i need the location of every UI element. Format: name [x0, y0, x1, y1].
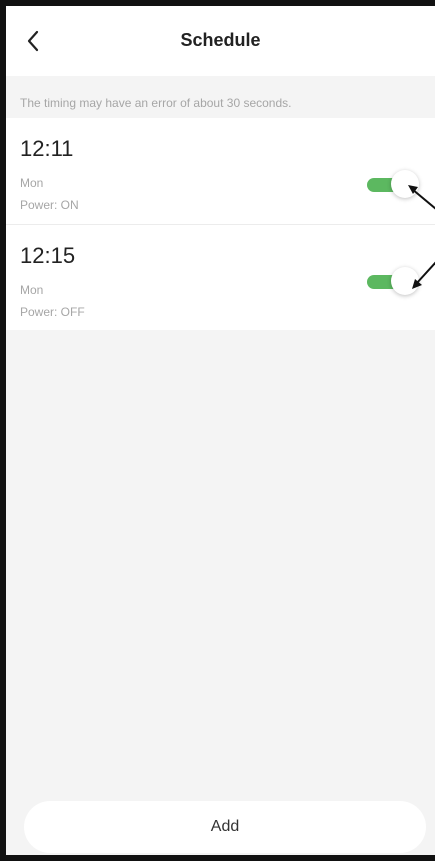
- schedule-power: Power: OFF: [20, 305, 85, 319]
- header-bar: Schedule: [6, 6, 435, 76]
- schedule-list: 12:11 Mon Power: ON 12:15 Mon Power: OFF: [6, 118, 435, 330]
- schedule-item[interactable]: 12:11 Mon Power: ON: [6, 118, 435, 224]
- toggle-knob: [391, 267, 419, 295]
- timing-notice: The timing may have an error of about 30…: [20, 96, 292, 110]
- schedule-day: Mon: [20, 176, 44, 190]
- schedule-day: Mon: [20, 283, 44, 297]
- schedule-time: 12:11: [20, 136, 74, 161]
- add-button[interactable]: Add: [24, 801, 426, 853]
- schedule-time: 12:15: [20, 243, 76, 268]
- schedule-toggle[interactable]: [361, 167, 421, 201]
- page-title: Schedule: [180, 30, 261, 50]
- screen: Schedule The timing may have an error of…: [0, 0, 435, 861]
- schedule-item[interactable]: 12:15 Mon Power: OFF: [6, 224, 435, 330]
- toggle-knob: [391, 170, 419, 198]
- schedule-toggle[interactable]: [361, 264, 421, 298]
- schedule-power: Power: ON: [20, 198, 79, 212]
